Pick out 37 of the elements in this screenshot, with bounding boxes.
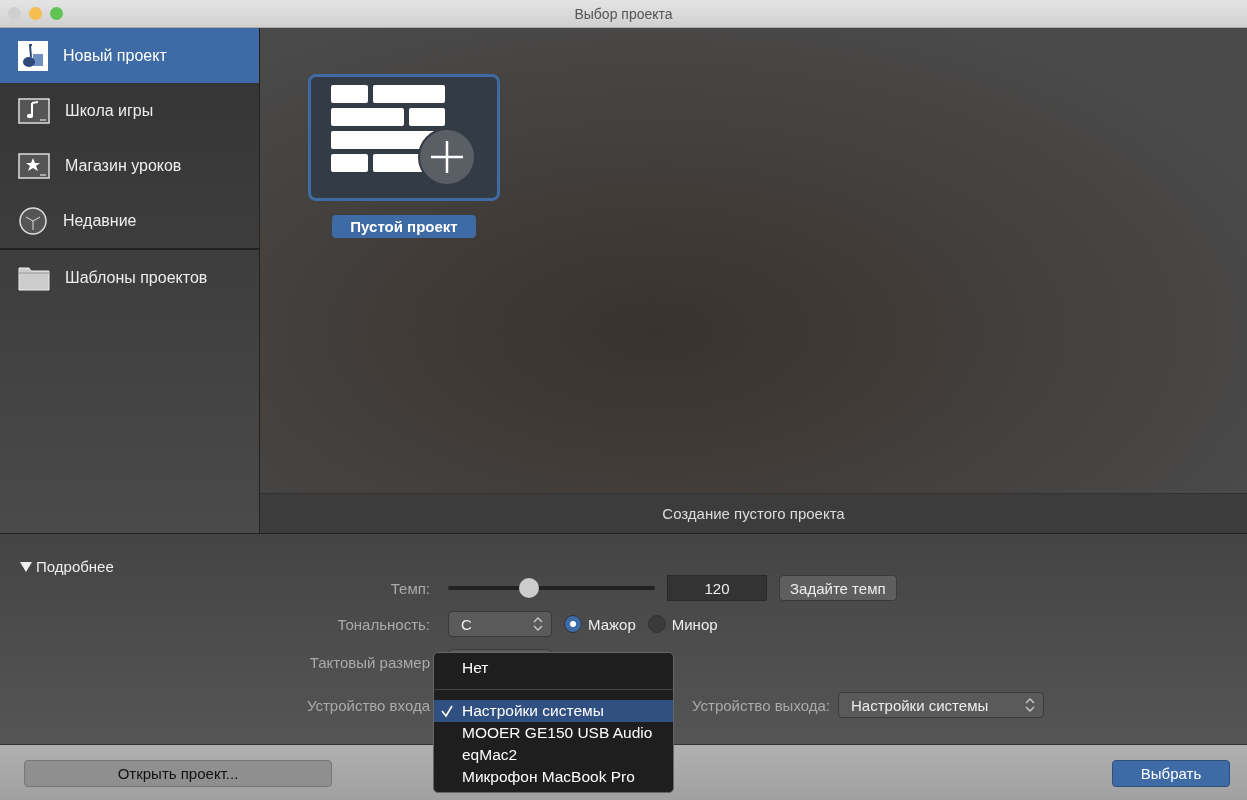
key-popup[interactable]: C [448,611,552,637]
choose-button[interactable]: Выбрать [1112,759,1230,787]
output-device-label: Устройство выхода: [692,696,830,714]
slider-thumb[interactable] [518,578,539,598]
details-toggle[interactable]: Подробнее [20,558,114,575]
menu-item[interactable]: Микрофон MacBook Pro [434,766,673,788]
time-signature-label: Тактовый размер [309,653,430,671]
tempo-field[interactable]: 120 [667,575,767,601]
sidebar-item[interactable]: Магазин уроков [0,138,259,193]
mode-radio[interactable]: Мажор [564,615,636,633]
template-thumbnail[interactable] [308,74,500,201]
menu-item[interactable]: Настройки системы [434,700,673,722]
template-description: Создание пустого проекта [662,505,845,522]
stepper-arrows-icon [533,616,543,632]
sidebar-item[interactable]: Новый проект [0,28,259,83]
menu-item[interactable]: MOOER GE150 USB Audio [434,722,673,744]
output-device-popup[interactable]: Настройки системы [838,692,1044,718]
music-note-icon [18,97,50,124]
set-tempo-button[interactable]: Задайте темп [779,575,897,601]
mode-radio[interactable]: Минор [647,615,718,633]
tempo-slider[interactable] [448,578,655,598]
sidebar-item[interactable]: Школа игры [0,83,259,138]
clock-icon [18,205,48,236]
input-device-label: Устройство входа [306,696,430,714]
checkmark-icon [440,704,454,718]
menu-item[interactable]: Нет [434,657,673,679]
window-title: Выбор проекта [574,5,673,22]
folder-icon [18,264,50,291]
sidebar-item[interactable]: Недавние [0,193,259,248]
template-label: Пустой проект [332,215,476,238]
menu-item[interactable]: eqMac2 [434,744,673,766]
sidebar-item[interactable]: Шаблоны проектов [0,250,259,305]
tempo-label: Темп: [390,579,430,597]
stepper-arrows-icon [1025,697,1035,713]
key-label: Тональность: [337,615,430,633]
open-project-button[interactable]: Открыть проект... [24,759,332,787]
disclosure-triangle-icon [20,561,32,572]
